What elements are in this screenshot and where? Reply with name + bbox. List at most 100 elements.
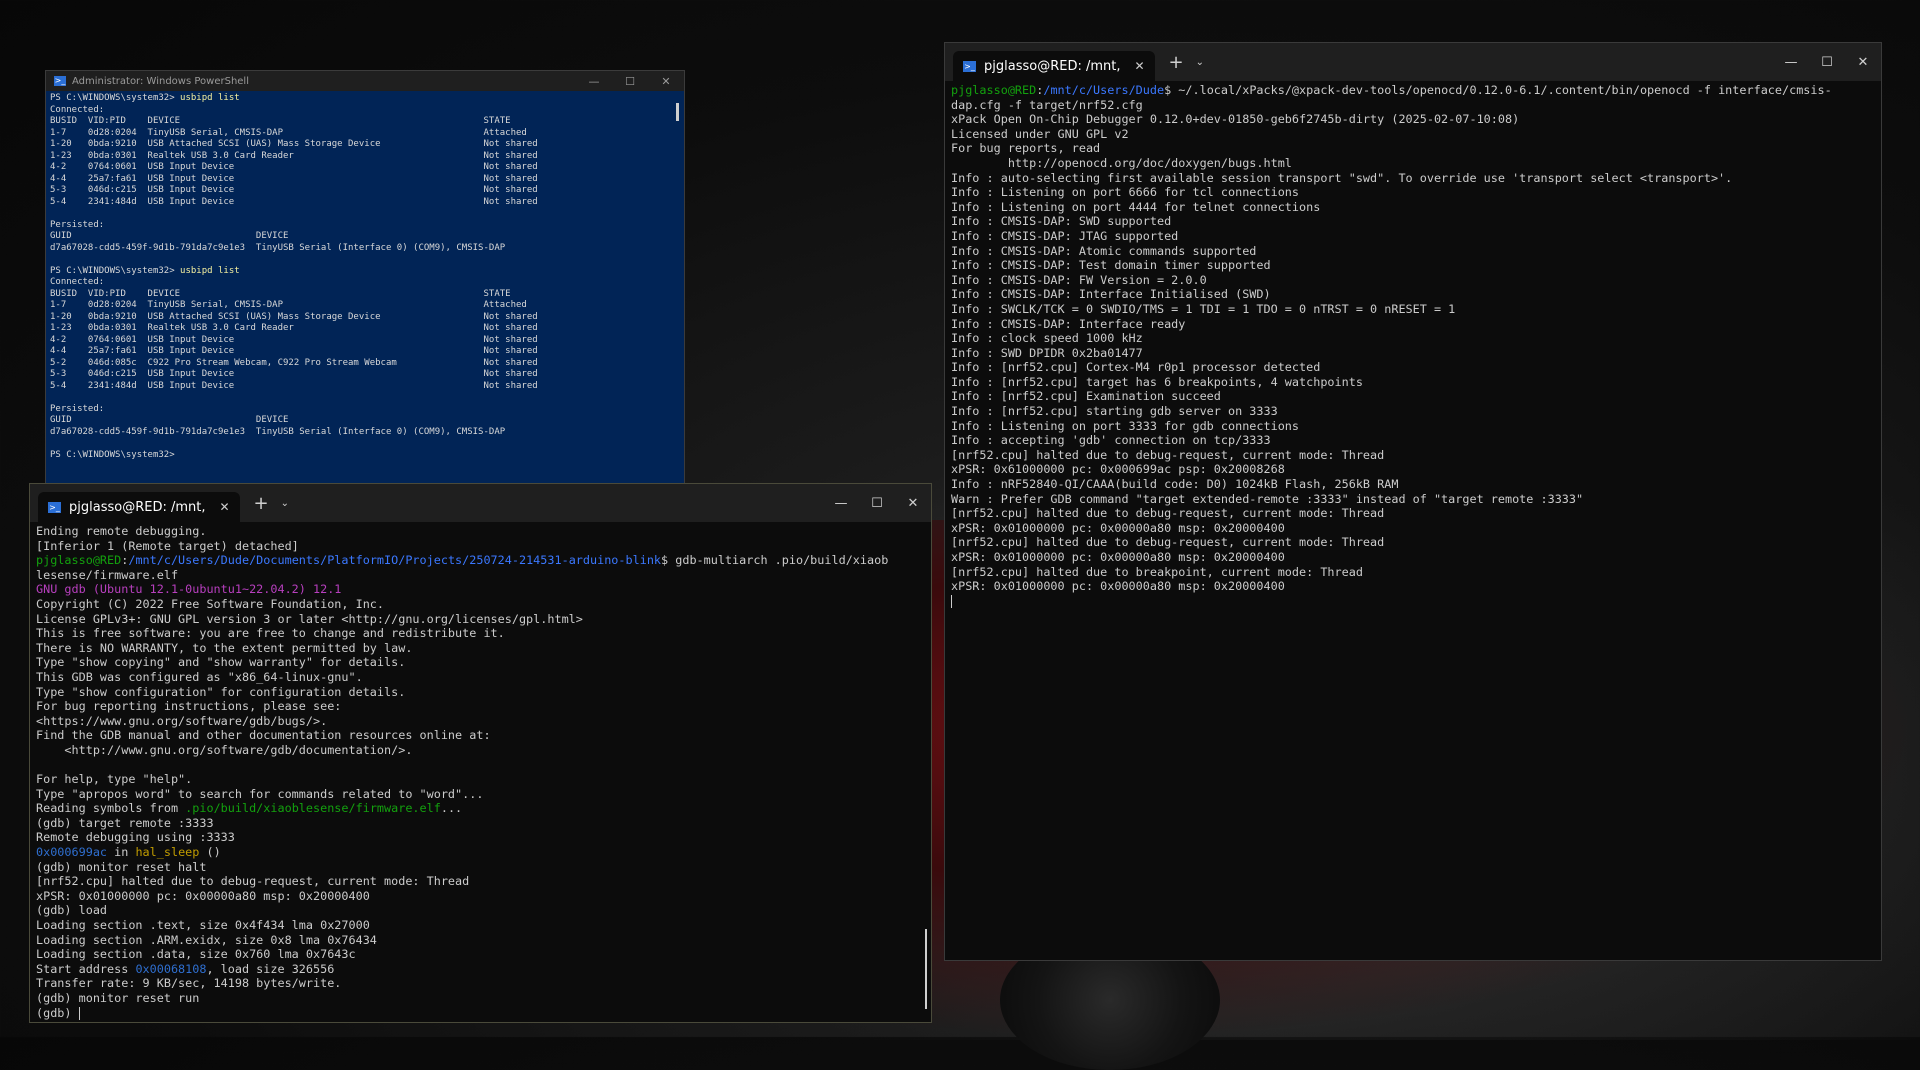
- terminal-line: Info : CMSIS-DAP: SWD supported: [951, 214, 1869, 229]
- minimize-button[interactable]: —: [823, 496, 859, 511]
- minimize-button[interactable]: —: [1773, 55, 1809, 70]
- gdb-output[interactable]: Ending remote debugging. [Inferior 1 (Rem…: [30, 522, 919, 1022]
- terminal-line: Info : SWCLK/TCK = 0 SWDIO/TMS = 1 TDI =…: [951, 302, 1869, 317]
- line-segment: Info : [nrf52.cpu] target has 6 breakpoi…: [951, 374, 1363, 389]
- terminal-line: License GPLv3+: GNU GPL version 3 or lat…: [36, 612, 919, 627]
- terminal-line: This GDB was configured as "x86_64-linux…: [36, 670, 919, 685]
- line-segment: [Inferior 1 (Remote target) detached]: [36, 538, 299, 553]
- line-segment: Reading symbols from: [36, 801, 186, 816]
- line-segment: Info : CMSIS-DAP: Interface Initialised …: [951, 287, 1271, 302]
- line-segment: Info : CMSIS-DAP: Test domain timer supp…: [951, 258, 1271, 273]
- line-segment: For bug reporting instructions, please s…: [36, 699, 342, 714]
- terminal-line: [Inferior 1 (Remote target) detached]: [36, 539, 919, 554]
- terminal-line: 4-2 0764:0601 USB Input Device Not share…: [50, 335, 674, 347]
- new-tab-button[interactable]: +: [1169, 52, 1184, 73]
- powershell-window[interactable]: >_ Administrator: Windows PowerShell — ☐…: [45, 70, 685, 484]
- close-button[interactable]: ✕: [895, 496, 931, 511]
- maximize-button[interactable]: ☐: [612, 75, 648, 88]
- terminal-line: (gdb) monitor reset halt: [36, 860, 919, 875]
- terminal-line: GUID DEVICE: [50, 415, 674, 427]
- terminal-line: Info : CMSIS-DAP: Interface ready: [951, 317, 1869, 332]
- terminal-line: Info : CMSIS-DAP: Test domain timer supp…: [951, 258, 1869, 273]
- tab-dropdown-icon[interactable]: ⌄: [281, 498, 289, 509]
- terminal-line: BUSID VID:PID DEVICE STATE: [50, 289, 674, 301]
- tab-gdb[interactable]: >_ pjglasso@RED: /mnt, ✕: [38, 492, 240, 522]
- line-segment: (gdb) load: [36, 903, 108, 918]
- line-segment: Info : CMSIS-DAP: JTAG supported: [951, 228, 1179, 243]
- line-segment: ...: [440, 801, 463, 816]
- line-segment: Info : Listening on port 3333 for gdb co…: [951, 418, 1300, 433]
- line-segment: Info : Listening on port 6666 for tcl co…: [951, 185, 1300, 200]
- close-button[interactable]: ✕: [1845, 55, 1881, 70]
- command-text: usbipd list: [180, 265, 240, 276]
- line-text: 5-2 046d:085c C922 Pro Stream Webcam, C9…: [50, 357, 538, 368]
- text-cursor: [78, 1006, 80, 1020]
- terminal-line: Info : CMSIS-DAP: JTAG supported: [951, 229, 1869, 244]
- terminal-line: 1-23 0bda:0301 Realtek USB 3.0 Card Read…: [50, 323, 674, 335]
- powershell-output[interactable]: PS C:\WINDOWS\system32> usbipd list Conne…: [46, 91, 674, 483]
- line-segment: lesense/firmware.elf: [36, 567, 179, 582]
- terminal-line: dap.cfg -f target/nrf52.cfg: [951, 98, 1869, 113]
- line-text: 4-2 0764:0601 USB Input Device Not share…: [50, 162, 538, 172]
- terminal-line: Info : Listening on port 4444 for telnet…: [951, 200, 1869, 215]
- terminal-line: GNU gdb (Ubuntu 12.1-0ubuntu1~22.04.2) 1…: [36, 582, 919, 597]
- line-text: 1-20 0bda:9210 USB Attached SCSI (UAS) M…: [50, 139, 538, 149]
- terminal-line: Info : auto-selecting first available se…: [951, 171, 1869, 186]
- terminal-line: (gdb) monitor reset run: [36, 991, 919, 1006]
- terminal-window-gdb[interactable]: >_ pjglasso@RED: /mnt, ✕ + ⌄ — ☐ ✕ Endin…: [29, 483, 932, 1023]
- terminal-line: [nrf52.cpu] halted due to debug-request,…: [951, 506, 1869, 521]
- terminal-line: Info : [nrf52.cpu] Examination succeed: [951, 389, 1869, 404]
- terminal-line: 1-23 0bda:0301 Realtek USB 3.0 Card Read…: [50, 151, 674, 163]
- terminal-line: For bug reports, read: [951, 141, 1869, 156]
- line-text: 1-7 0d28:0204 TinyUSB Serial, CMSIS-DAP …: [50, 300, 527, 310]
- terminal-line: Info : Listening on port 6666 for tcl co…: [951, 185, 1869, 200]
- line-segment: Info : [nrf52.cpu] Examination succeed: [951, 389, 1221, 404]
- tab-openocd[interactable]: >_ pjglasso@RED: /mnt, ✕: [953, 51, 1155, 81]
- line-text: 1-7 0d28:0204 TinyUSB Serial, CMSIS-DAP …: [50, 127, 527, 138]
- terminal-line: Type "show copying" and "show warranty" …: [36, 655, 919, 670]
- openocd-output[interactable]: pjglasso@RED:/mnt/c/Users/Dude$ ~/.local…: [945, 81, 1869, 960]
- line-text: Persisted:: [50, 403, 105, 414]
- line-segment: xPack Open On-Chip Debugger 0.12.0+dev-0…: [951, 112, 1520, 127]
- line-segment: xPSR: 0x01000000 pc: 0x00000a80 msp: 0x2…: [951, 550, 1285, 564]
- maximize-button[interactable]: ☐: [1809, 55, 1845, 70]
- terminal-line: Info : CMSIS-DAP: Atomic commands suppor…: [951, 244, 1869, 259]
- powershell-icon: >_: [54, 76, 66, 86]
- terminal-window-openocd[interactable]: >_ pjglasso@RED: /mnt, ✕ + ⌄ — ☐ ✕ pjgla…: [944, 42, 1882, 961]
- line-text: [50, 208, 55, 218]
- tab-dropdown-icon[interactable]: ⌄: [1196, 57, 1204, 68]
- powershell-scrollbar[interactable]: [676, 103, 679, 121]
- line-text: d7a67028-cdd5-459f-9d1b-791da7c9e1e3 Tin…: [50, 426, 506, 437]
- line-text: BUSID VID:PID DEVICE STATE: [50, 116, 511, 126]
- terminal-line: Loading section .data, size 0x760 lma 0x…: [36, 947, 919, 962]
- tab-close-icon[interactable]: ✕: [1134, 59, 1144, 73]
- terminal-line: Info : SWD DPIDR 0x2ba01477: [951, 346, 1869, 361]
- maximize-button[interactable]: ☐: [859, 496, 895, 511]
- gdb-scrollbar[interactable]: [925, 929, 927, 1009]
- terminal-line: pjglasso@RED:/mnt/c/Users/Dude$ ~/.local…: [951, 83, 1869, 98]
- line-text: Connected:: [50, 277, 105, 287]
- line-segment: Start address: [36, 961, 136, 976]
- tab-close-icon[interactable]: ✕: [219, 500, 229, 514]
- terminal-line: 1-7 0d28:0204 TinyUSB Serial, CMSIS-DAP …: [50, 300, 674, 312]
- line-text: GUID DEVICE: [50, 231, 289, 241]
- terminal-icon: >_: [48, 501, 61, 513]
- powershell-titlebar[interactable]: >_ Administrator: Windows PowerShell — ☐…: [46, 71, 684, 91]
- terminal-line: Info : [nrf52.cpu] starting gdb server o…: [951, 404, 1869, 419]
- line-segment: (): [199, 845, 221, 860]
- terminal-line: [nrf52.cpu] halted due to debug-request,…: [951, 448, 1869, 463]
- line-segment: [nrf52.cpu] halted due to breakpoint, cu…: [951, 564, 1363, 579]
- terminal-line: Info : [nrf52.cpu] target has 6 breakpoi…: [951, 375, 1869, 390]
- line-text: PS C:\WINDOWS\system32>: [50, 265, 181, 276]
- line-text: 4-4 25a7:fa61 USB Input Device Not share…: [50, 346, 538, 356]
- line-text: 1-23 0bda:0301 Realtek USB 3.0 Card Read…: [50, 150, 538, 161]
- close-button[interactable]: ✕: [648, 75, 684, 88]
- terminal-line: d7a67028-cdd5-459f-9d1b-791da7c9e1e3 Tin…: [50, 243, 674, 255]
- terminal-line: 5-3 046d:c215 USB Input Device Not share…: [50, 185, 674, 197]
- line-text: 5-4 2341:484d USB Input Device Not share…: [50, 380, 538, 391]
- minimize-button[interactable]: —: [576, 75, 612, 88]
- new-tab-button[interactable]: +: [254, 493, 269, 514]
- line-segment: [nrf52.cpu] halted due to debug-request,…: [951, 447, 1385, 462]
- terminal-icon: >_: [963, 60, 976, 72]
- line-segment: Info : SWCLK/TCK = 0 SWDIO/TMS = 1 TDI =…: [951, 301, 1456, 316]
